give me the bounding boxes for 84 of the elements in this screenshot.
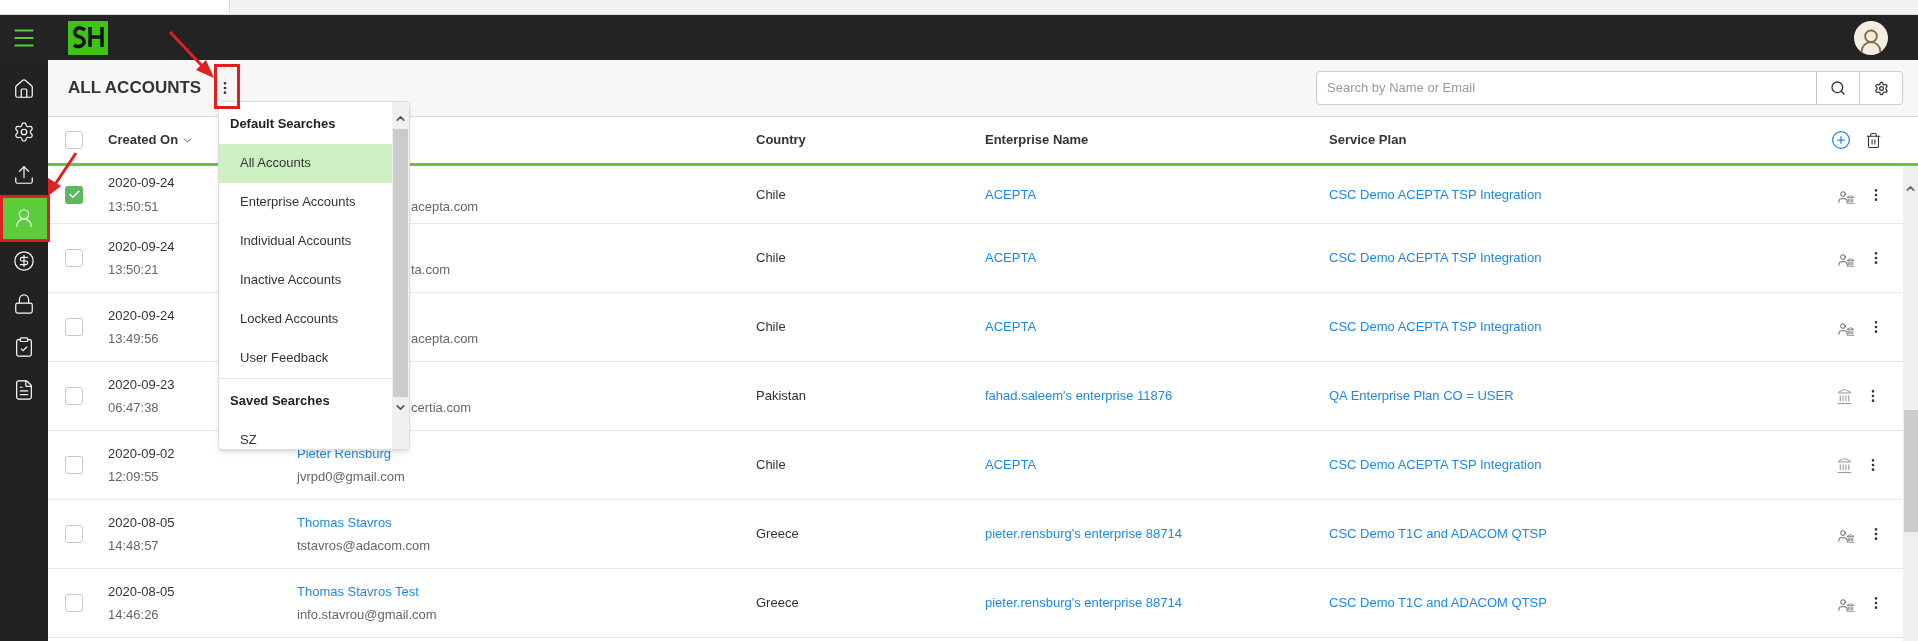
bank-icon[interactable]: [1836, 387, 1853, 405]
column-header[interactable]: Created On: [108, 130, 195, 150]
check-icon: [67, 188, 81, 201]
email-text: info.stavrou@gmail.com: [297, 606, 437, 624]
account-name-link[interactable]: Thomas Stavros: [297, 512, 392, 532]
date-text: 2020-09-02: [108, 444, 175, 463]
annotation-highlight: [214, 64, 240, 109]
enterprise-link[interactable]: ACEPTA: [985, 319, 1037, 335]
service-plan-link[interactable]: CSC Demo ACEPTA TSP Integration: [1329, 186, 1542, 202]
time-text: 13:50:51: [108, 197, 159, 216]
email-text: ta.com: [411, 261, 450, 280]
country-text: Chile: [756, 318, 787, 337]
time-text: 12:09:55: [108, 468, 159, 486]
checkbox[interactable]: [65, 387, 83, 405]
menu-item[interactable]: SZ: [219, 420, 392, 449]
menu-item[interactable]: Individual Accounts: [219, 221, 392, 261]
email-text: jvrpd0@gmail.com: [297, 468, 405, 486]
country-text: Greece: [756, 594, 800, 613]
enterprise-link[interactable]: ACEPTA: [985, 186, 1037, 202]
menu-item[interactable]: Inactive Accounts: [219, 260, 392, 300]
email-text: certia.com: [411, 399, 471, 418]
checkbox[interactable]: [65, 456, 83, 474]
time-text: 13:50:21: [108, 261, 159, 279]
column-header[interactable]: Enterprise Name: [985, 130, 1089, 150]
checkbox[interactable]: [65, 594, 83, 612]
country-text: Chile: [756, 185, 787, 204]
date-text: 2020-09-24: [108, 174, 175, 192]
logo-icon: [68, 20, 108, 55]
menu-item[interactable]: All Accounts: [219, 143, 392, 183]
time-text: 14:46:26: [108, 606, 159, 624]
email-text: tstavros@adacom.com: [297, 537, 431, 555]
annotation-arrow: [168, 30, 214, 78]
country-text: Greece: [756, 525, 800, 544]
menu-scrollbar[interactable]: [392, 102, 409, 449]
account-name-link[interactable]: Thomas Stavros Test: [297, 581, 419, 601]
service-plan-link[interactable]: CSC Demo T1C and ADACOM QTSP: [1329, 526, 1547, 542]
country-text: Chile: [756, 456, 787, 475]
service-plan-link[interactable]: CSC Demo T1C and ADACOM QTSP: [1329, 595, 1547, 611]
delete-icon[interactable]: [1865, 131, 1882, 149]
section-heading: Saved Searches: [229, 391, 331, 410]
scrollbar[interactable]: [1903, 166, 1918, 641]
column-header[interactable]: Country: [756, 130, 806, 150]
checkbox[interactable]: [65, 249, 83, 267]
enterprise-link[interactable]: ACEPTA: [985, 250, 1037, 266]
menu-item[interactable]: User Feedback: [219, 338, 392, 378]
service-plan-link[interactable]: CSC Demo ACEPTA TSP Integration: [1329, 457, 1542, 473]
service-plan-link[interactable]: QA Enterprise Plan CO = USER: [1329, 388, 1514, 404]
enterprise-link[interactable]: fahad.saleem's enterprise 11876: [985, 388, 1173, 404]
enterprise-link[interactable]: pieter.rensburg's enterprise 88714: [985, 595, 1182, 611]
annotation-arrow: [48, 152, 78, 196]
settings-icon[interactable]: [1860, 71, 1903, 105]
time-text: 14:48:57: [108, 537, 159, 555]
avatar[interactable]: [1854, 20, 1888, 55]
date-text: 2020-08-05: [108, 513, 175, 532]
service-plan-link[interactable]: CSC Demo ACEPTA TSP Integration: [1329, 250, 1542, 266]
scrollbar-thumb[interactable]: [393, 129, 408, 397]
search-field[interactable]: Search by Name or Email: [1316, 71, 1817, 105]
time-text: 13:49:56: [108, 330, 159, 348]
country-text: Pakistan: [756, 387, 807, 406]
service-plan-link[interactable]: CSC Demo ACEPTA TSP Integration: [1329, 319, 1542, 335]
checkbox[interactable]: [65, 318, 83, 336]
time-text: 06:47:38: [108, 399, 159, 417]
scrollbar-thumb[interactable]: [1903, 410, 1918, 532]
menu-item[interactable]: Enterprise Accounts: [219, 182, 392, 222]
page-title: ALL ACCOUNTS: [68, 77, 202, 100]
add-icon[interactable]: [1831, 130, 1851, 150]
country-text: Chile: [756, 249, 787, 268]
email-text: acepta.com: [411, 330, 479, 349]
checkbox[interactable]: [65, 525, 83, 543]
search-icon[interactable]: [1817, 71, 1860, 105]
date-text: 2020-09-24: [108, 306, 175, 325]
checkbox[interactable]: [65, 131, 83, 149]
date-text: 2020-09-24: [108, 237, 175, 256]
menu-item[interactable]: Locked Accounts: [219, 299, 392, 339]
date-text: 2020-08-05: [108, 582, 175, 601]
email-text: acepta.com: [411, 197, 479, 216]
checkbox[interactable]: [65, 185, 83, 204]
column-header[interactable]: Service Plan: [1329, 130, 1407, 150]
date-text: 2020-09-23: [108, 375, 175, 394]
annotation-highlight: [0, 195, 50, 242]
section-heading: Default Searches: [229, 115, 337, 133]
bank-icon[interactable]: [1836, 456, 1853, 474]
enterprise-link[interactable]: ACEPTA: [985, 457, 1037, 473]
enterprise-link[interactable]: pieter.rensburg's enterprise 88714: [985, 526, 1182, 542]
